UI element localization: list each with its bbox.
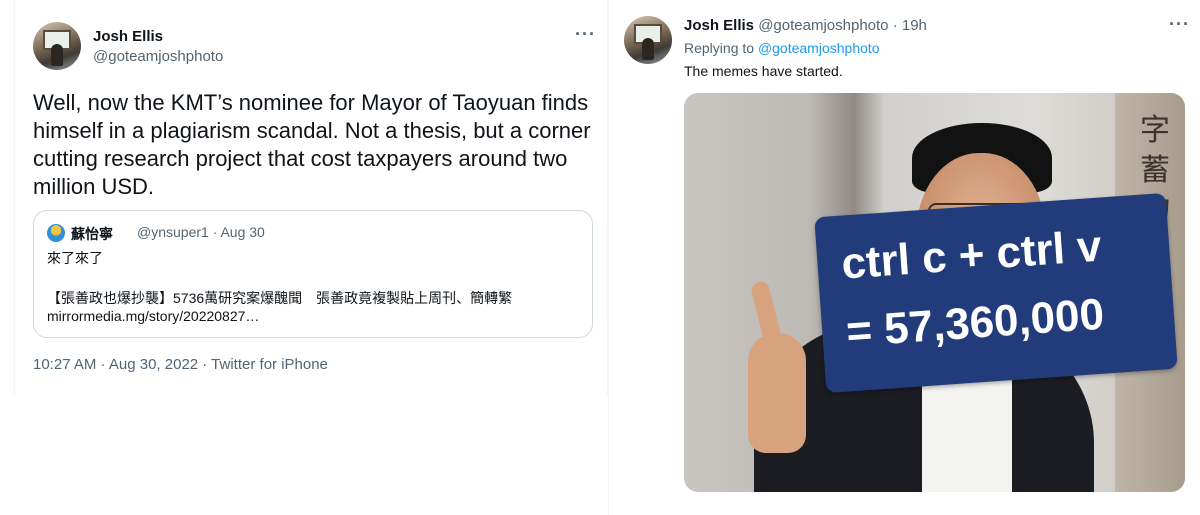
tweet-header: Josh Ellis @goteamjoshphoto · 19h <box>684 17 927 34</box>
calligraphy-char: 字 <box>1140 113 1170 148</box>
tweet-right[interactable]: Josh Ellis @goteamjoshphoto · 19h ··· Re… <box>608 0 1200 515</box>
meme-caption-line2: = 57,360,000 <box>844 289 1106 357</box>
tweet-time[interactable]: 19h <box>902 17 927 34</box>
author-avatar[interactable] <box>33 22 81 70</box>
replying-handle-link[interactable]: @goteamjoshphoto <box>758 40 880 56</box>
tweet-text: The memes have started. <box>684 63 843 79</box>
replying-to: Replying to @goteamjoshphoto <box>684 40 880 56</box>
more-options-icon[interactable]: ··· <box>575 24 596 45</box>
calligraphy-char: 蓄 <box>1140 153 1170 188</box>
tweet-text: Well, now the KMT’s nominee for Mayor of… <box>33 90 591 199</box>
quote-author-avatar[interactable] <box>47 224 65 242</box>
author-handle[interactable]: @goteamjoshphoto <box>93 48 223 65</box>
pointing-hand <box>748 333 806 453</box>
quote-text-line: 來了來了 <box>47 250 103 266</box>
author-handle[interactable]: @goteamjoshphoto <box>758 17 888 34</box>
meme-image[interactable]: 字蓄物 ctrl c + ctrl v = 57,360,000 <box>684 93 1185 492</box>
quote-headline: 【張善政也爆抄襲】5736萬研究案爆醜聞 張善政竟複製貼上周刊、簡轉繁 <box>47 290 513 306</box>
quote-author-meta: @ynsuper1 · Aug 30 <box>137 224 265 240</box>
meme-caption-box: ctrl c + ctrl v = 57,360,000 <box>814 192 1178 394</box>
author-name[interactable]: Josh Ellis <box>684 17 754 34</box>
quote-author-name[interactable]: 蘇怡寧 <box>71 224 113 244</box>
author-avatar[interactable] <box>624 16 672 64</box>
avatar-figure-shape <box>642 38 654 60</box>
tweet-timestamp[interactable]: 10:27 AM · Aug 30, 2022 · Twitter for iP… <box>33 356 328 373</box>
meme-caption-line1: ctrl c + ctrl v <box>839 221 1104 289</box>
quoted-tweet[interactable]: 蘇怡寧 @ynsuper1 · Aug 30 來了來了 【張善政也爆抄襲】573… <box>33 210 593 338</box>
quote-link[interactable]: mirrormedia.mg/story/20220827… <box>47 308 259 324</box>
tweet-left[interactable]: Josh Ellis @goteamjoshphoto ··· Well, no… <box>14 0 608 395</box>
replying-prefix: Replying to <box>684 40 755 56</box>
separator-dot: · <box>892 17 898 34</box>
more-options-icon[interactable]: ··· <box>1169 14 1190 35</box>
author-name[interactable]: Josh Ellis <box>93 28 163 45</box>
avatar-figure-shape <box>51 44 63 66</box>
